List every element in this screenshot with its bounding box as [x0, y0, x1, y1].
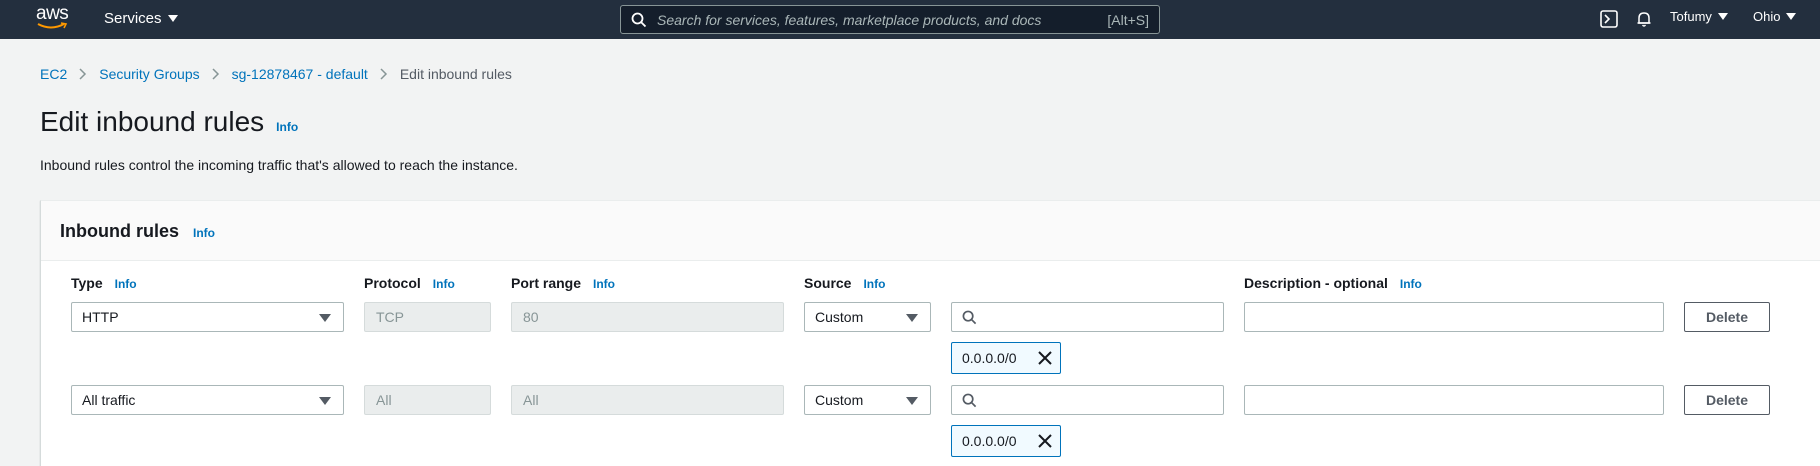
rule-1-type-select[interactable]: HTTP: [71, 302, 344, 332]
panel-info-link[interactable]: Info: [193, 226, 215, 240]
column-port-range-label: Port range: [511, 275, 582, 291]
rule-2-type-select[interactable]: All traffic: [71, 385, 344, 415]
search-icon: [962, 393, 977, 407]
close-icon[interactable]: [1038, 351, 1052, 365]
caret-down-icon: [319, 314, 331, 322]
column-description-label: Description - optional: [1244, 275, 1388, 291]
rule-2-source-token-value: 0.0.0.0/0: [962, 433, 1017, 449]
rule-2-description-input[interactable]: [1244, 385, 1664, 415]
rule-1-source-token-value: 0.0.0.0/0: [962, 350, 1017, 366]
rule-1-source-search-input[interactable]: [951, 302, 1224, 332]
page-title-text: Edit inbound rules: [40, 106, 265, 137]
bell-icon[interactable]: [1635, 10, 1653, 28]
caret-down-icon: [906, 314, 918, 322]
breadcrumb-security-groups-link[interactable]: Security Groups: [99, 66, 199, 82]
source-info-link[interactable]: Info: [863, 277, 885, 291]
protocol-info-link[interactable]: Info: [433, 277, 455, 291]
services-label: Services: [104, 10, 162, 27]
rule-2-type-value: All traffic: [82, 392, 136, 408]
port-range-info-link[interactable]: Info: [593, 277, 615, 291]
column-protocol: Protocol Info: [364, 275, 455, 291]
rule-2-source-token: 0.0.0.0/0: [951, 425, 1061, 457]
page-description: Inbound rules control the incoming traff…: [40, 157, 518, 173]
column-protocol-label: Protocol: [364, 275, 421, 291]
services-menu-button[interactable]: Services: [104, 10, 178, 27]
column-source: Source Info: [804, 275, 885, 291]
description-info-link[interactable]: Info: [1400, 277, 1422, 291]
region-label: Ohio: [1753, 9, 1781, 24]
breadcrumb-ec2-link[interactable]: EC2: [40, 66, 67, 82]
rule-2-port-range-field: All: [511, 385, 784, 415]
rule-2-protocol-field: All: [364, 385, 491, 415]
caret-down-icon: [167, 15, 178, 22]
breadcrumb: EC2 Security Groups sg-12878467 - defaul…: [40, 66, 512, 82]
search-shortcut: [Alt+S]: [1107, 11, 1149, 28]
chevron-right-icon: [79, 68, 87, 80]
search-icon: [631, 12, 647, 27]
rule-1-port-range-field: 80: [511, 302, 784, 332]
account-menu-button[interactable]: Tofumy: [1670, 9, 1728, 24]
rule-1-type-value: HTTP: [82, 309, 119, 325]
cloudshell-icon[interactable]: [1600, 10, 1618, 28]
type-info-link[interactable]: Info: [115, 277, 137, 291]
column-description: Description - optional Info: [1244, 275, 1422, 291]
search-placeholder: Search for services, features, marketpla…: [657, 11, 1042, 28]
chevron-right-icon: [212, 68, 220, 80]
rule-2-delete-button[interactable]: Delete: [1684, 385, 1770, 415]
rule-2-source-search-input[interactable]: [951, 385, 1224, 415]
rule-1-source-type-value: Custom: [815, 309, 864, 325]
top-navigation: aws Services Search for services, featur…: [0, 0, 1820, 39]
caret-down-icon: [1717, 13, 1728, 20]
page-info-link[interactable]: Info: [276, 120, 298, 134]
column-type-label: Type: [71, 275, 103, 291]
panel-title-text: Inbound rules: [60, 221, 179, 241]
caret-down-icon: [319, 397, 331, 405]
region-menu-button[interactable]: Ohio: [1753, 9, 1797, 24]
rule-1-source-type-select[interactable]: Custom: [804, 302, 931, 332]
rule-1-description-input[interactable]: [1244, 302, 1664, 332]
rule-2-source-type-select[interactable]: Custom: [804, 385, 931, 415]
column-source-label: Source: [804, 275, 852, 291]
breadcrumb-current: Edit inbound rules: [399, 66, 512, 82]
account-label: Tofumy: [1670, 9, 1712, 24]
page-title: Edit inbound rules Info: [40, 106, 298, 138]
caret-down-icon: [1786, 13, 1797, 20]
rule-1-source-token: 0.0.0.0/0: [951, 342, 1061, 374]
rule-2-source-type-value: Custom: [815, 392, 864, 408]
column-type: Type Info: [71, 275, 137, 291]
close-icon[interactable]: [1038, 434, 1052, 448]
breadcrumb-security-group-link[interactable]: sg-12878467 - default: [232, 66, 368, 82]
aws-logo-text: aws: [36, 3, 69, 24]
panel-title: Inbound rules Info: [60, 221, 215, 242]
panel-header: Inbound rules Info: [41, 201, 1820, 261]
aws-logo[interactable]: aws: [36, 4, 72, 32]
inbound-rules-panel: Inbound rules Info Type Info Protocol In…: [40, 200, 1820, 466]
rule-1-delete-button[interactable]: Delete: [1684, 302, 1770, 332]
rule-1-protocol-field: TCP: [364, 302, 491, 332]
chevron-right-icon: [380, 68, 388, 80]
search-icon: [962, 310, 977, 324]
caret-down-icon: [906, 397, 918, 405]
global-search-input[interactable]: Search for services, features, marketpla…: [620, 5, 1160, 34]
smile-icon: [37, 22, 68, 29]
column-port-range: Port range Info: [511, 275, 615, 291]
